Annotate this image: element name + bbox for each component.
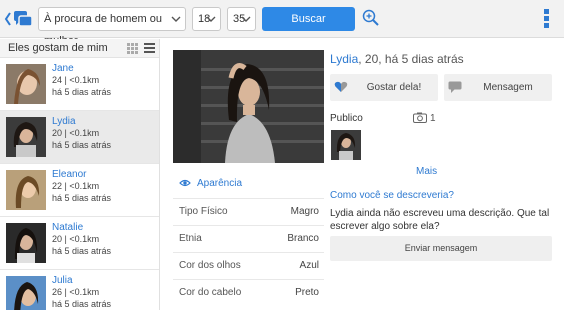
avatar <box>6 117 46 157</box>
profile-description: Lydia ainda não escreveu uma descrição. … <box>330 208 550 232</box>
avatar <box>6 64 46 104</box>
attribute-value: Magro <box>290 206 319 217</box>
appearance-heading: Aparência <box>197 178 243 189</box>
camera-icon <box>413 112 427 123</box>
list-item[interactable]: Jane 24 | <0.1km há 5 dias atrás <box>0 58 159 111</box>
profile-name[interactable]: Lydia <box>330 52 358 66</box>
likes-sidebar: Eles gostam de mim Jane 24 | <0.1km há 5… <box>0 39 160 310</box>
send-message-button[interactable]: Enviar mensagem <box>330 236 552 261</box>
list-item-time: há 5 dias atrás <box>52 87 112 97</box>
chevron-down-icon <box>171 16 181 22</box>
list-item-time: há 5 dias atrás <box>52 246 112 256</box>
list-item-name: Jane <box>52 63 74 74</box>
profile-age-time: , 20, há 5 dias atrás <box>358 52 464 66</box>
attribute-key: Cor do cabelo <box>179 287 242 298</box>
list-item-name: Julia <box>52 275 73 286</box>
attribute-row: Tipo Físico Magro <box>173 198 324 224</box>
list-item-meta: 22 | <0.1km <box>52 181 100 191</box>
list-item-meta: 24 | <0.1km <box>52 75 100 85</box>
chevron-down-icon <box>206 16 216 22</box>
attribute-row: Cor dos olhos Azul <box>173 252 324 278</box>
attribute-key: Tipo Físico <box>179 206 228 217</box>
chevron-down-icon <box>241 16 251 22</box>
list-view-icon[interactable] <box>144 43 155 54</box>
public-photos-label: Publico <box>330 113 363 124</box>
back-chat-icon[interactable] <box>4 8 34 30</box>
list-item-time: há 5 dias atrás <box>52 193 112 203</box>
message-label: Mensagem <box>483 82 533 93</box>
attribute-value: Azul <box>299 260 319 271</box>
profile-headline: Lydia, 20, há 5 dias atrás <box>330 52 464 66</box>
avatar <box>6 170 46 210</box>
list-item-name: Eleanor <box>52 169 87 180</box>
like-label: Gostar dela! <box>366 82 422 93</box>
vertical-menu-icon[interactable] <box>540 9 552 31</box>
attribute-value: Preto <box>295 287 319 298</box>
age-min-select[interactable]: 18 <box>192 7 221 31</box>
top-bar: À procura de homem ou mulher 18 35 Busca… <box>0 0 564 47</box>
list-item[interactable]: Julia 26 | <0.1km há 5 dias atrás <box>0 270 159 310</box>
profile-photo[interactable] <box>173 50 324 163</box>
photo-count: 1 <box>430 113 436 124</box>
list-item-meta: 20 | <0.1km <box>52 234 100 244</box>
seeking-select[interactable]: À procura de homem ou mulher <box>38 7 186 47</box>
list-item[interactable]: Natalie 20 | <0.1km há 5 dias atrás <box>0 217 159 270</box>
attribute-row: Etnia Branco <box>173 225 324 251</box>
sidebar-header: Eles gostam de mim <box>0 39 159 58</box>
avatar <box>6 276 46 310</box>
list-item-name: Natalie <box>52 222 84 233</box>
more-link[interactable]: Mais <box>416 166 437 177</box>
eye-icon <box>179 179 191 187</box>
avatar <box>6 223 46 263</box>
list-item[interactable]: Lydia 20 | <0.1km há 5 dias atrás <box>0 111 159 164</box>
list-item-meta: 20 | <0.1km <box>52 128 100 138</box>
sidebar-title: Eles gostam de mim <box>8 42 108 54</box>
message-button[interactable]: Mensagem <box>444 74 552 101</box>
list-item-time: há 5 dias atrás <box>52 299 112 309</box>
list-item-meta: 26 | <0.1km <box>52 287 100 297</box>
age-max-select[interactable]: 35 <box>227 7 256 31</box>
public-photo-thumbnail[interactable] <box>331 130 361 160</box>
attribute-key: Cor dos olhos <box>179 260 241 271</box>
describe-link[interactable]: Como você se descreveria? <box>330 190 454 201</box>
grid-view-icon[interactable] <box>127 43 138 54</box>
list-item-time: há 5 dias atrás <box>52 140 112 150</box>
list-item[interactable]: Eleanor 22 | <0.1km há 5 dias atrás <box>0 164 159 217</box>
attribute-row: Cor do cabelo Preto <box>173 279 324 305</box>
search-button[interactable]: Buscar <box>262 7 355 31</box>
like-button[interactable]: Gostar dela! <box>330 74 438 101</box>
list-item-name: Lydia <box>52 116 76 127</box>
attribute-value: Branco <box>287 233 319 244</box>
zoom-in-icon[interactable] <box>362 9 380 27</box>
attribute-key: Etnia <box>179 233 202 244</box>
